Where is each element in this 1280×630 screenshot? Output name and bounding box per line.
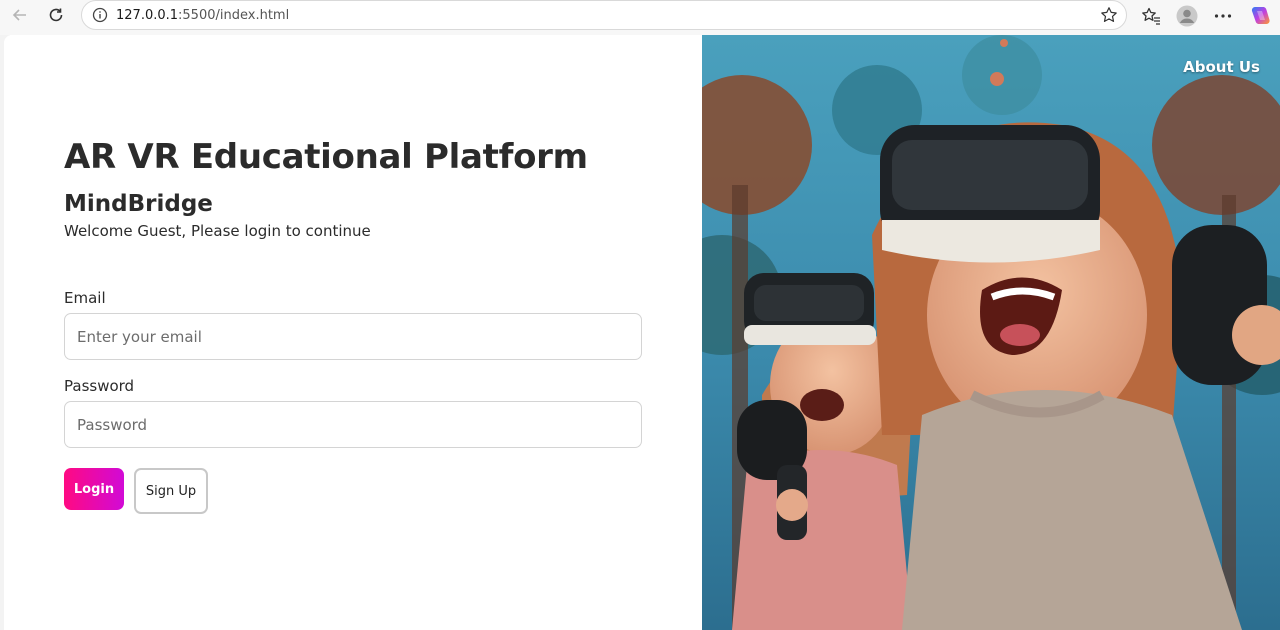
profile-icon [1176,5,1198,27]
login-button[interactable]: Login [64,468,124,510]
info-icon[interactable] [92,7,108,23]
page-title: AR VR Educational Platform [64,137,588,177]
url-path: :5500/index.html [178,7,290,23]
browser-toolbar: 127.0.0.1:5500/index.html [0,0,1280,35]
back-arrow-icon [12,9,26,21]
login-panel: AR VR Educational Platform MindBridge We… [4,35,702,630]
address-bar[interactable]: 127.0.0.1:5500/index.html [81,0,1127,30]
reload-button[interactable] [43,4,69,26]
back-button[interactable] [7,4,33,26]
copilot-icon [1251,7,1270,24]
hero-panel: About Us [702,35,1280,630]
brand-name: MindBridge [64,191,213,217]
favorites-button[interactable] [1140,5,1162,27]
about-us-link[interactable]: About Us [1183,58,1260,76]
url-host: 127.0.0.1 [116,7,179,23]
password-label: Password [64,377,135,395]
reload-icon [49,8,63,22]
copilot-button[interactable] [1249,5,1271,27]
password-input[interactable] [64,401,642,448]
page-viewport: AR VR Educational Platform MindBridge We… [4,35,1280,630]
more-icon [1214,14,1232,18]
email-label: Email [64,289,106,307]
email-input[interactable] [64,313,642,360]
profile-button[interactable] [1176,5,1198,27]
welcome-message: Welcome Guest, Please login to continue [64,222,371,240]
more-button[interactable] [1212,5,1234,27]
signup-button[interactable]: Sign Up [134,468,208,514]
hero-image [702,35,1280,630]
favorites-icon [1142,7,1160,25]
star-icon[interactable] [1100,6,1118,24]
url-text[interactable]: 127.0.0.1:5500/index.html [116,8,289,23]
